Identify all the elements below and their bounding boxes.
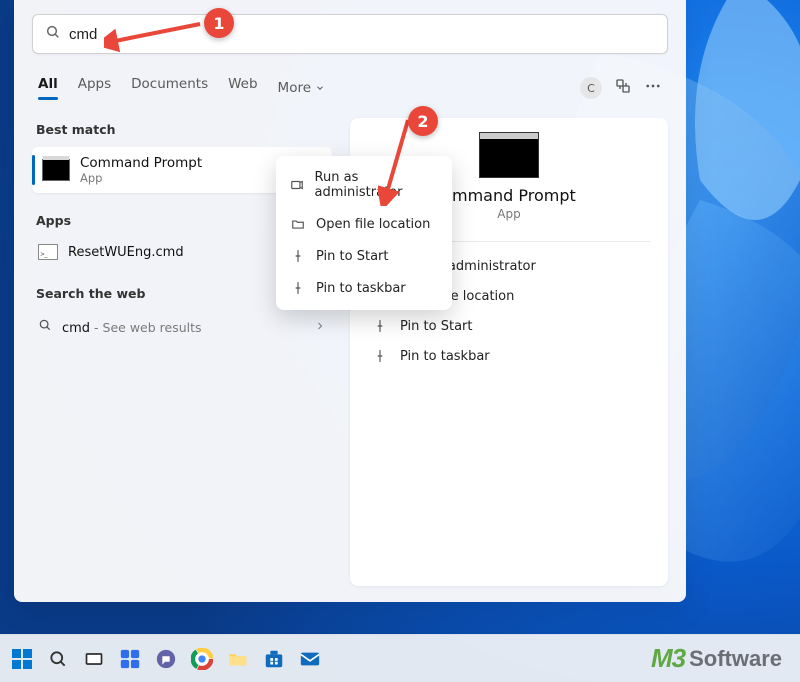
mail-icon[interactable] (296, 645, 324, 673)
window-controls-icon[interactable] (614, 77, 632, 99)
chevron-right-icon (314, 317, 326, 336)
watermark: M3 Software (651, 643, 782, 674)
action-pin-to-start[interactable]: Pin to Start (368, 312, 650, 340)
tab-all[interactable]: All (38, 76, 58, 100)
microsoft-store-icon[interactable] (260, 645, 288, 673)
start-button[interactable] (8, 645, 36, 673)
annotation-badge-2: 2 (408, 106, 438, 136)
watermark-text: Software (689, 646, 782, 672)
command-prompt-large-icon (479, 132, 539, 178)
best-match-subtitle: App (80, 171, 202, 185)
start-search-panel: All Apps Documents Web More C Best match (14, 0, 686, 602)
tab-documents[interactable]: Documents (131, 76, 208, 100)
context-menu: Run as administrator Open file location … (276, 156, 452, 310)
pin-icon (372, 318, 388, 334)
action-label: Pin to Start (400, 319, 472, 334)
ctx-label: Open file location (316, 217, 430, 232)
action-pin-to-taskbar[interactable]: Pin to taskbar (368, 342, 650, 370)
web-result-item[interactable]: cmd - See web results (32, 311, 332, 342)
folder-icon (290, 216, 306, 232)
cmd-file-icon: >_ (38, 244, 58, 260)
task-view-button[interactable] (80, 645, 108, 673)
taskbar-search-button[interactable] (44, 645, 72, 673)
header-icons: C (580, 77, 662, 99)
pin-icon (290, 280, 306, 296)
best-match-title: Command Prompt (80, 155, 202, 171)
tab-more-label: More (278, 80, 311, 96)
ctx-label: Run as administrator (315, 170, 438, 200)
chat-button[interactable] (152, 645, 180, 673)
command-prompt-icon (42, 159, 70, 181)
watermark-brand: M3 (651, 643, 685, 674)
ctx-open-file-location[interactable]: Open file location (276, 208, 452, 240)
web-result-query: cmd (62, 321, 90, 336)
ctx-run-as-admin[interactable]: Run as administrator (276, 162, 452, 208)
widgets-button[interactable] (116, 645, 144, 673)
chrome-icon[interactable] (188, 645, 216, 673)
action-label: Pin to taskbar (400, 349, 490, 364)
file-explorer-icon[interactable] (224, 645, 252, 673)
tab-apps[interactable]: Apps (78, 76, 111, 100)
ctx-pin-to-taskbar[interactable]: Pin to taskbar (276, 272, 452, 304)
user-avatar[interactable]: C (580, 77, 602, 99)
ctx-label: Pin to taskbar (316, 281, 406, 296)
admin-icon (290, 177, 305, 193)
search-icon (38, 317, 52, 336)
tab-web[interactable]: Web (228, 76, 257, 100)
search-icon (45, 24, 61, 44)
app-result-title: ResetWUEng.cmd (68, 245, 184, 260)
chevron-down-icon (315, 83, 325, 93)
more-options-icon[interactable] (644, 77, 662, 99)
pin-icon (290, 248, 306, 264)
filter-tabs-row: All Apps Documents Web More C (32, 76, 668, 100)
annotation-arrow-1 (104, 20, 204, 54)
tab-more[interactable]: More (278, 76, 325, 100)
annotation-badge-1: 1 (204, 8, 234, 38)
web-result-hint: - See web results (90, 320, 201, 335)
pin-icon (372, 348, 388, 364)
ctx-label: Pin to Start (316, 249, 388, 264)
ctx-pin-to-start[interactable]: Pin to Start (276, 240, 452, 272)
best-match-label: Best match (36, 122, 332, 137)
